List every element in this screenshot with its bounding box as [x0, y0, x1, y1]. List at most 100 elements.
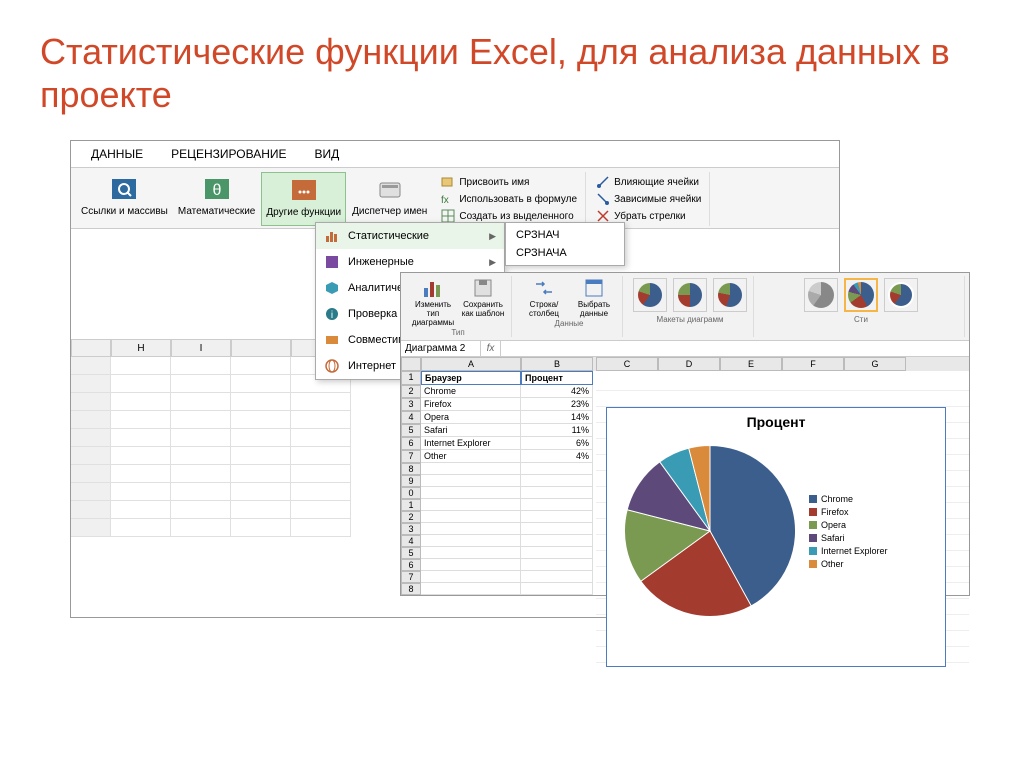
- formula-input[interactable]: [501, 341, 969, 356]
- cell-b6[interactable]: 6%: [521, 437, 593, 450]
- lookup-reference-button[interactable]: Ссылки и массивы: [77, 172, 172, 226]
- row-num-15[interactable]: 5: [401, 547, 421, 559]
- cell-a12[interactable]: [421, 511, 521, 523]
- col-header-b[interactable]: B: [521, 357, 593, 371]
- cell-b5[interactable]: 11%: [521, 424, 593, 437]
- col-header-i[interactable]: I: [171, 339, 231, 357]
- save-as-template-button[interactable]: Сохранить как шаблон: [459, 276, 507, 327]
- cell-b1[interactable]: Процент: [521, 371, 593, 385]
- cell-a11[interactable]: [421, 499, 521, 511]
- row-num-10[interactable]: 0: [401, 487, 421, 499]
- style-1[interactable]: [804, 278, 838, 312]
- style-2[interactable]: [844, 278, 878, 312]
- cell-a13[interactable]: [421, 523, 521, 535]
- row-num-11[interactable]: 1: [401, 499, 421, 511]
- cell-a2[interactable]: Chrome: [421, 385, 521, 398]
- cell-b17[interactable]: [521, 571, 593, 583]
- name-box[interactable]: Диаграмма 2: [401, 341, 481, 356]
- row-num-13[interactable]: 3: [401, 523, 421, 535]
- layout-3[interactable]: [713, 278, 747, 312]
- cell-a1[interactable]: Браузер: [421, 371, 521, 385]
- row-num-5[interactable]: 5: [401, 424, 421, 437]
- row-num-12[interactable]: 2: [401, 511, 421, 523]
- change-chart-type-button[interactable]: Изменить тип диаграммы: [409, 276, 457, 327]
- cell-a17[interactable]: [421, 571, 521, 583]
- row-num-6[interactable]: 6: [401, 437, 421, 450]
- fn-average[interactable]: СРЗНАЧ: [506, 226, 624, 244]
- row-num-17[interactable]: 7: [401, 571, 421, 583]
- cell-b10[interactable]: [521, 487, 593, 499]
- cell-a9[interactable]: [421, 475, 521, 487]
- cell-b15[interactable]: [521, 547, 593, 559]
- row-num-8[interactable]: 8: [401, 463, 421, 475]
- cell-a18[interactable]: [421, 583, 521, 595]
- more-fn-label: Другие функции: [266, 207, 341, 218]
- embedded-pie-chart[interactable]: Процент ChromeFirefoxOperaSafariInternet…: [606, 407, 946, 667]
- change-type-label: Изменить тип диаграммы: [409, 300, 457, 327]
- math-button[interactable]: θ Математические: [174, 172, 260, 226]
- cell-a15[interactable]: [421, 547, 521, 559]
- row-num-16[interactable]: 6: [401, 559, 421, 571]
- cell-a4[interactable]: Opera: [421, 411, 521, 424]
- cell-b11[interactable]: [521, 499, 593, 511]
- cell-b2[interactable]: 42%: [521, 385, 593, 398]
- row-num-2[interactable]: 2: [401, 385, 421, 398]
- cell-b16[interactable]: [521, 559, 593, 571]
- cell-a7[interactable]: Other: [421, 450, 521, 463]
- col-header-e[interactable]: E: [720, 357, 782, 371]
- col-header-f[interactable]: F: [782, 357, 844, 371]
- menu-statistical[interactable]: Статистические ▶: [316, 223, 504, 249]
- cell-a6[interactable]: Internet Explorer: [421, 437, 521, 450]
- col-header-g[interactable]: G: [844, 357, 906, 371]
- col-header-d[interactable]: D: [658, 357, 720, 371]
- row-num-4[interactable]: 4: [401, 411, 421, 424]
- layout-2[interactable]: [673, 278, 707, 312]
- cell-a14[interactable]: [421, 535, 521, 547]
- menu-statistical-label: Статистические: [348, 230, 429, 242]
- row-num-7[interactable]: 7: [401, 450, 421, 463]
- chart-type-icon: [421, 276, 445, 300]
- name-manager-button[interactable]: Диспетчер имен: [348, 172, 431, 226]
- cell-b3[interactable]: 23%: [521, 398, 593, 411]
- cell-b7[interactable]: 4%: [521, 450, 593, 463]
- switch-row-column-button[interactable]: Строка/столбец: [520, 276, 568, 318]
- row-num-14[interactable]: 4: [401, 535, 421, 547]
- name-mgr-label: Диспетчер имен: [352, 206, 427, 217]
- cell-b9[interactable]: [521, 475, 593, 487]
- cell-b13[interactable]: [521, 523, 593, 535]
- cell-a10[interactable]: [421, 487, 521, 499]
- trace-dep-label: Зависимые ячейки: [614, 194, 701, 205]
- cell-b14[interactable]: [521, 535, 593, 547]
- cell-b12[interactable]: [521, 511, 593, 523]
- use-in-formula-button[interactable]: fx Использовать в формуле: [439, 191, 579, 207]
- slide-title: Статистические функции Excel, для анализ…: [0, 0, 1024, 136]
- fx-icon[interactable]: fx: [481, 341, 501, 356]
- row-num-9[interactable]: 9: [401, 475, 421, 487]
- layout-1[interactable]: [633, 278, 667, 312]
- fn-averagea[interactable]: СРЗНАЧА: [506, 244, 624, 262]
- row-num-18[interactable]: 8: [401, 583, 421, 595]
- more-functions-button[interactable]: Другие функции: [261, 172, 346, 226]
- cell-b4[interactable]: 14%: [521, 411, 593, 424]
- col-header-c[interactable]: C: [596, 357, 658, 371]
- col-header-a[interactable]: A: [421, 357, 521, 371]
- cell-a8[interactable]: [421, 463, 521, 475]
- tab-data[interactable]: ДАННЫЕ: [91, 145, 143, 163]
- cell-a3[interactable]: Firefox: [421, 398, 521, 411]
- trace-prec-icon: [596, 175, 610, 189]
- cell-a5[interactable]: Safari: [421, 424, 521, 437]
- cell-b18[interactable]: [521, 583, 593, 595]
- trace-dependents-button[interactable]: Зависимые ячейки: [594, 191, 703, 207]
- style-3[interactable]: [884, 278, 918, 312]
- row-num-1[interactable]: 1: [401, 371, 421, 385]
- define-name-button[interactable]: Присвоить имя: [439, 174, 579, 190]
- tab-review[interactable]: РЕЦЕНЗИРОВАНИЕ: [171, 145, 286, 163]
- trace-dep-icon: [596, 192, 610, 206]
- trace-precedents-button[interactable]: Влияющие ячейки: [594, 174, 703, 190]
- select-data-button[interactable]: Выбрать данные: [570, 276, 618, 318]
- cell-b8[interactable]: [521, 463, 593, 475]
- tab-view[interactable]: ВИД: [315, 145, 340, 163]
- col-header-h[interactable]: H: [111, 339, 171, 357]
- row-num-3[interactable]: 3: [401, 398, 421, 411]
- cell-a16[interactable]: [421, 559, 521, 571]
